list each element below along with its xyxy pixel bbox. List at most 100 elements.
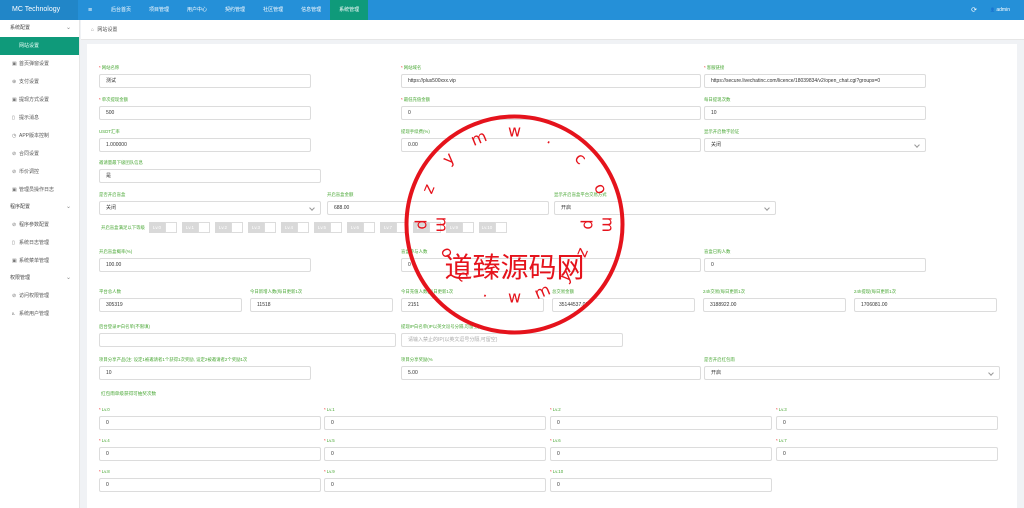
level-tag-3[interactable]: Lv.3 bbox=[247, 222, 276, 233]
field-r2-2-input[interactable]: 10 bbox=[704, 106, 926, 120]
field-r7-3-label: 总交易金额 bbox=[552, 289, 574, 294]
menu-toggle-icon[interactable]: ≡ bbox=[78, 7, 102, 14]
field-lv-5-input[interactable]: 0 bbox=[324, 447, 546, 461]
field-lv-10-input[interactable]: 0 bbox=[550, 478, 772, 492]
level-checkbox[interactable] bbox=[263, 222, 276, 233]
field-r9-0: 项目分享产品(注: 设定1被邀请者1个获得1次奖励, 设定2被邀请者2个奖励1次… bbox=[99, 356, 311, 380]
sidebar-item-prog-1[interactable]: ▯ 系统日志管理 bbox=[0, 234, 79, 252]
level-tag-5[interactable]: Lv.5 bbox=[313, 222, 342, 233]
level-checkbox[interactable] bbox=[197, 222, 210, 233]
level-checkbox[interactable] bbox=[329, 222, 342, 233]
field-r9-0-input[interactable]: 10 bbox=[99, 366, 311, 380]
field-lv-3-input[interactable]: 0 bbox=[776, 416, 998, 430]
field-r8-1-input[interactable]: 请输入禁止的IP(以英文逗号分隔,可留空) bbox=[401, 333, 623, 347]
level-checkbox[interactable] bbox=[296, 222, 309, 233]
sidebar-item-sys-2[interactable]: ⊕ 支付设置 bbox=[0, 73, 79, 91]
field-r3-2-select[interactable]: 关闭 bbox=[704, 138, 926, 152]
field-r4-input[interactable]: 是 bbox=[99, 169, 321, 183]
level-tag-10[interactable]: Lv.10 bbox=[478, 222, 507, 233]
field-r3-0-input[interactable]: 1.000000 bbox=[99, 138, 311, 152]
nav-item-5[interactable]: 信息管理 bbox=[292, 0, 330, 20]
field-r7-3-input[interactable]: 35144537.00 bbox=[552, 298, 695, 312]
level-tag-8[interactable]: Lv.8 bbox=[412, 222, 441, 233]
field-lv-6: *Lv.6 0 bbox=[550, 437, 772, 461]
sidebar-item-sys-0[interactable]: 网站设置 bbox=[0, 37, 79, 55]
chevron-down-icon: ⌄ bbox=[65, 275, 71, 281]
level-tag-1[interactable]: Lv.1 bbox=[181, 222, 210, 233]
user-name: admin bbox=[996, 7, 1010, 13]
field-r3-1-input[interactable]: 0.00 bbox=[401, 138, 701, 152]
sidebar-item-sys-4[interactable]: ▯ 提示消息 bbox=[0, 109, 79, 127]
nav-item-2[interactable]: 用户中心 bbox=[178, 0, 216, 20]
nav-item-0[interactable]: 后台首页 bbox=[102, 0, 140, 20]
sidebar-group-permission[interactable]: 权限管理 ⌄ bbox=[0, 270, 79, 287]
field-r7-1-input[interactable]: 11518 bbox=[250, 298, 393, 312]
field-r1-1-input[interactable]: https://plus500xxx.vip bbox=[401, 74, 701, 88]
level-checkbox[interactable] bbox=[164, 222, 177, 233]
sidebar-item-perm-0[interactable]: ⊘ 访问权限管理 bbox=[0, 287, 79, 305]
refresh-icon[interactable]: ⟳ bbox=[962, 6, 986, 14]
level-pill: Lv.10 bbox=[478, 222, 495, 233]
field-r6-0-input[interactable]: 100.00 bbox=[99, 258, 311, 272]
level-tag-4[interactable]: Lv.4 bbox=[280, 222, 309, 233]
level-tag-2[interactable]: Lv.2 bbox=[214, 222, 243, 233]
field-r1-0-input[interactable]: 测试 bbox=[99, 74, 311, 88]
field-r8-0-input[interactable] bbox=[99, 333, 396, 347]
field-lv-0-input[interactable]: 0 bbox=[99, 416, 321, 430]
field-lv-4-input[interactable]: 0 bbox=[99, 447, 321, 461]
sidebar-item-prog-0[interactable]: ⊘ 程序参数配置 bbox=[0, 216, 79, 234]
field-r3-2: 显示开启数字验证 关闭 bbox=[704, 128, 926, 152]
nav-item-1[interactable]: 项目管理 bbox=[140, 0, 178, 20]
sidebar-item-sys-3[interactable]: ▣ 提现方式设置 bbox=[0, 91, 79, 109]
field-lv-9-input[interactable]: 0 bbox=[324, 478, 546, 492]
sidebar-item-label: 合同设置 bbox=[19, 151, 40, 157]
level-tag-7[interactable]: Lv.7 bbox=[379, 222, 408, 233]
sidebar-group-system-config[interactable]: 系统配置 ⌄ bbox=[0, 20, 79, 37]
field-lv-5: *Lv.5 0 bbox=[324, 437, 546, 461]
level-checkbox[interactable] bbox=[428, 222, 441, 233]
field-r7-5-input[interactable]: 1706081.00 bbox=[854, 298, 997, 312]
field-r5-1-input[interactable]: 688.00 bbox=[327, 201, 549, 215]
field-r1-2-input[interactable]: https://secure.livechatinc.com/licence/1… bbox=[704, 74, 926, 88]
field-lv-2-input[interactable]: 0 bbox=[550, 416, 772, 430]
field-r7-0-input[interactable]: 305319 bbox=[99, 298, 242, 312]
user-menu[interactable]: 👤 admin bbox=[986, 7, 1024, 13]
field-r5-2-select[interactable]: 开启 bbox=[554, 201, 776, 215]
sidebar-item-sys-1[interactable]: ▣ 首页弹窗设置 bbox=[0, 55, 79, 73]
sidebar-item-sys-7[interactable]: ⊘ 币价调控 bbox=[0, 163, 79, 181]
level-checkbox[interactable] bbox=[362, 222, 375, 233]
sidebar-item-sys-6[interactable]: ⊘ 合同设置 bbox=[0, 145, 79, 163]
field-r9-2-select[interactable]: 开启 bbox=[704, 366, 1000, 380]
field-r6-2-input[interactable]: 0 bbox=[704, 258, 926, 272]
field-lv-7-input[interactable]: 0 bbox=[776, 447, 998, 461]
level-tag-6[interactable]: Lv.6 bbox=[346, 222, 375, 233]
field-r7-2-input[interactable]: 2151 bbox=[401, 298, 544, 312]
field-r5-0-select[interactable]: 关闭 bbox=[99, 201, 321, 215]
level-checkbox[interactable] bbox=[461, 222, 474, 233]
sidebar-group-system-config-label: 系统配置 bbox=[10, 25, 31, 31]
sidebar-group-program-config[interactable]: 程序配置 ⌄ bbox=[0, 199, 79, 216]
level-tag-0[interactable]: Lv.0 bbox=[148, 222, 177, 233]
level-checkbox[interactable] bbox=[230, 222, 243, 233]
field-r2-0-input[interactable]: 500 bbox=[99, 106, 311, 120]
field-r7-4-input[interactable]: 3188922.00 bbox=[703, 298, 846, 312]
sidebar-item-sys-5[interactable]: ◷ APP版本控制 bbox=[0, 127, 79, 145]
field-r2-1-input[interactable]: 0 bbox=[401, 106, 701, 120]
nav-item-6[interactable]: 系统管理 bbox=[330, 0, 369, 20]
field-lv-8-input[interactable]: 0 bbox=[99, 478, 321, 492]
nav-item-3[interactable]: 契约管理 bbox=[216, 0, 254, 20]
field-r6-1-input[interactable]: 0 bbox=[401, 258, 701, 272]
tab-site-settings[interactable]: 网站设置 bbox=[97, 27, 117, 33]
level-checkbox[interactable] bbox=[395, 222, 408, 233]
sidebar-item-sys-8[interactable]: ▣ 管理员操作日志 bbox=[0, 181, 79, 199]
field-r5-1: 开启盲盒金额 688.00 bbox=[327, 191, 549, 215]
field-r9-1-label: 项目分享奖励(% bbox=[401, 357, 433, 362]
field-r9-1-input[interactable]: 5.00 bbox=[401, 366, 701, 380]
nav-item-4[interactable]: 社区管理 bbox=[254, 0, 292, 20]
field-lv-6-input[interactable]: 0 bbox=[550, 447, 772, 461]
level-tag-9[interactable]: Lv.9 bbox=[445, 222, 474, 233]
sidebar-item-perm-1[interactable]: ఽ 系统用户管理 bbox=[0, 305, 79, 323]
field-lv-1-input[interactable]: 0 bbox=[324, 416, 546, 430]
level-checkbox[interactable] bbox=[494, 222, 507, 233]
sidebar-item-prog-2[interactable]: ▣ 系统菜单管理 bbox=[0, 252, 79, 270]
